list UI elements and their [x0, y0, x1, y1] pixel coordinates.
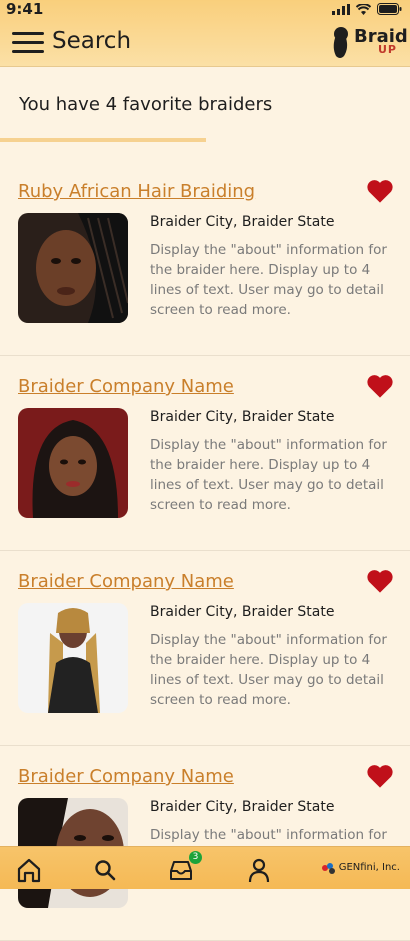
braider-location: Braider City, Braider State [150, 604, 335, 620]
braider-card[interactable]: Braider Company Name Braider City, Braid… [0, 745, 410, 941]
braider-location: Braider City, Braider State [150, 799, 335, 815]
braider-about: Display the "about" information for the … [150, 437, 387, 513]
braider-name-link[interactable]: Braider Company Name [18, 766, 234, 787]
bottom-nav: 3 GENfini, Inc. [0, 846, 410, 889]
battery-icon [377, 3, 402, 15]
braider-name-link[interactable]: Ruby African Hair Braiding [18, 181, 255, 202]
brand-name: GENfini, Inc. [338, 862, 400, 873]
braider-name-link[interactable]: Braider Company Name [18, 571, 234, 592]
inbox-badge: 3 [189, 851, 202, 864]
braider-about: Display the "about" information for the … [150, 632, 387, 708]
braider-photo-image [18, 408, 128, 518]
nav-inbox[interactable]: 3 [168, 851, 202, 885]
nav-search[interactable] [92, 857, 120, 885]
genfini-logo-icon [321, 862, 336, 874]
favorites-count: You have 4 favorite braiders [19, 94, 273, 115]
menu-icon[interactable] [12, 32, 44, 54]
profile-icon [248, 858, 270, 883]
home-icon [17, 858, 41, 883]
nav-profile[interactable] [246, 857, 274, 885]
favorites-underline [0, 138, 206, 142]
braider-name-link[interactable]: Braider Company Name [18, 376, 234, 397]
braider-photo[interactable] [18, 408, 128, 518]
wifi-icon [356, 3, 371, 15]
app-logo: Braid UP [330, 26, 408, 60]
favorite-heart-icon[interactable] [366, 373, 394, 399]
braider-location: Braider City, Braider State [150, 214, 335, 230]
status-bar: 9:41 [0, 0, 410, 18]
braider-card[interactable]: Braider Company Name Braider City, Braid… [0, 550, 410, 746]
braider-card[interactable]: Ruby African Hair Braiding Braider City,… [0, 160, 410, 356]
braider-card[interactable]: Braider Company Name Braider City, Braid… [0, 355, 410, 551]
braider-photo[interactable] [18, 213, 128, 323]
status-icons [332, 3, 402, 15]
status-time: 9:41 [6, 0, 44, 18]
page-title: Search [52, 28, 132, 54]
logo-subtext: UP [378, 43, 397, 56]
braider-location: Braider City, Braider State [150, 409, 335, 425]
app-header: 9:41 Search Braid UP [0, 0, 410, 67]
signal-icon [332, 3, 350, 15]
braider-photo-image [18, 603, 128, 713]
brand-credit: GENfini, Inc. [321, 862, 400, 874]
favorite-heart-icon[interactable] [366, 763, 394, 789]
braider-about: Display the "about" information for the … [150, 242, 387, 318]
favorite-heart-icon[interactable] [366, 568, 394, 594]
braid-logo-icon [333, 27, 348, 58]
braider-photo[interactable] [18, 603, 128, 713]
search-icon [95, 860, 116, 881]
braider-photo-image [18, 213, 128, 323]
nav-home[interactable] [16, 857, 44, 885]
favorite-heart-icon[interactable] [366, 178, 394, 204]
